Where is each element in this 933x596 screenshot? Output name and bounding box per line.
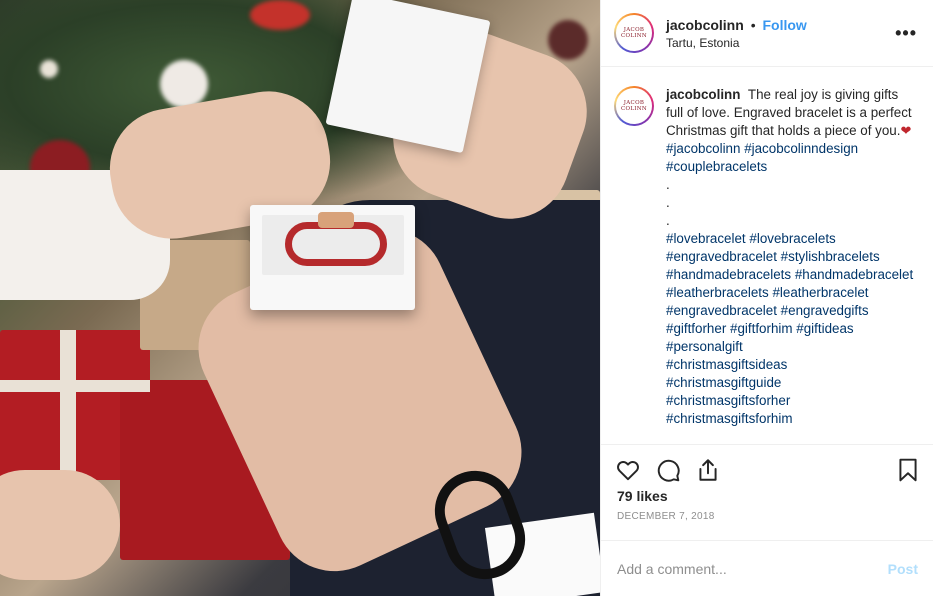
ornament <box>40 60 58 78</box>
hashtag-link[interactable]: #engravedbracelet <box>666 249 777 264</box>
red-leather-bracelet <box>285 222 387 266</box>
caption-username-link[interactable]: jacobcolinn <box>666 87 740 102</box>
post-photo[interactable] <box>0 0 600 596</box>
hashtag-link[interactable]: #christmasgiftsideas <box>666 357 787 372</box>
more-horizontal-icon[interactable]: ••• <box>895 23 917 44</box>
hashtag-link[interactable]: #jacobcolinndesign <box>744 141 858 156</box>
comment-bar: Post <box>601 540 933 596</box>
hashtag-link[interactable]: #lovebracelets <box>749 231 835 246</box>
location-link[interactable]: Tartu, Estonia <box>666 36 895 50</box>
post-comment-button[interactable]: Post <box>888 561 918 577</box>
avatar[interactable]: JACOB COLINN <box>614 13 654 53</box>
likes-count[interactable]: 79 likes <box>601 487 933 505</box>
hashtag-link[interactable]: #leatherbracelet <box>772 285 868 300</box>
hashtag-link[interactable]: #handmadebracelets <box>666 267 791 282</box>
hashtag-link[interactable]: #giftforhim <box>730 321 793 336</box>
gift-ribbon <box>0 380 150 392</box>
ornament <box>160 60 208 108</box>
hashtag-link[interactable]: #handmadebracelet <box>795 267 913 282</box>
hashtag-link[interactable]: #leatherbracelets <box>666 285 769 300</box>
caption-section: JACOB COLINN jacobcolinn The real joy is… <box>601 67 933 445</box>
post-sidebar: JACOB COLINN jacobcolinn • Follow Tartu,… <box>600 0 933 596</box>
hashtag-link[interactable]: #lovebracelet <box>666 231 746 246</box>
avatar[interactable]: JACOB COLINN <box>614 86 654 126</box>
follow-button[interactable]: Follow <box>762 17 806 33</box>
share-icon[interactable] <box>695 455 735 485</box>
hashtag-link[interactable]: #personalgift <box>666 339 743 354</box>
hashtag-link[interactable]: #jacobcolinn <box>666 141 740 156</box>
comment-icon[interactable] <box>655 455 695 485</box>
instagram-post: JACOB COLINN jacobcolinn • Follow Tartu,… <box>0 0 933 596</box>
hand-bottom <box>0 470 120 580</box>
post-header: JACOB COLINN jacobcolinn • Follow Tartu,… <box>601 0 933 67</box>
brand-logo: JACOB COLINN <box>621 100 647 112</box>
caption-dot: . <box>666 177 670 192</box>
separator-dot: • <box>750 17 756 33</box>
post-date: DECEMBER 7, 2018 <box>617 511 715 522</box>
comment-input[interactable] <box>617 560 888 577</box>
ornament <box>548 20 588 60</box>
hashtag-link[interactable]: #engravedgifts <box>781 303 869 318</box>
caption-dot: . <box>666 195 670 210</box>
caption-text: jacobcolinn The real joy is giving gifts… <box>666 86 917 444</box>
hashtag-link[interactable]: #couplebracelets <box>666 159 767 174</box>
heart-icon[interactable] <box>615 455 655 485</box>
heart-emoji: ❤ <box>900 123 912 138</box>
hashtag-link[interactable]: #christmasgiftguide <box>666 375 781 390</box>
username-link[interactable]: jacobcolinn <box>666 17 744 33</box>
bracelet-clasp <box>318 212 354 228</box>
gift-ribbon <box>60 330 76 480</box>
brand-logo: JACOB COLINN <box>621 27 647 39</box>
hashtag-link[interactable]: #giftforher <box>666 321 726 336</box>
hashtag-link[interactable]: #christmasgiftsforhim <box>666 411 793 426</box>
bookmark-icon[interactable] <box>895 455 921 485</box>
hashtag-link[interactable]: #stylishbracelets <box>781 249 880 264</box>
ornament <box>250 0 310 30</box>
hashtag-link[interactable]: #engravedbracelet <box>666 303 777 318</box>
hashtag-link[interactable]: #christmasgiftsforher <box>666 393 790 408</box>
hashtag-link[interactable]: #giftideas <box>796 321 853 336</box>
caption-dot: . <box>666 213 670 228</box>
